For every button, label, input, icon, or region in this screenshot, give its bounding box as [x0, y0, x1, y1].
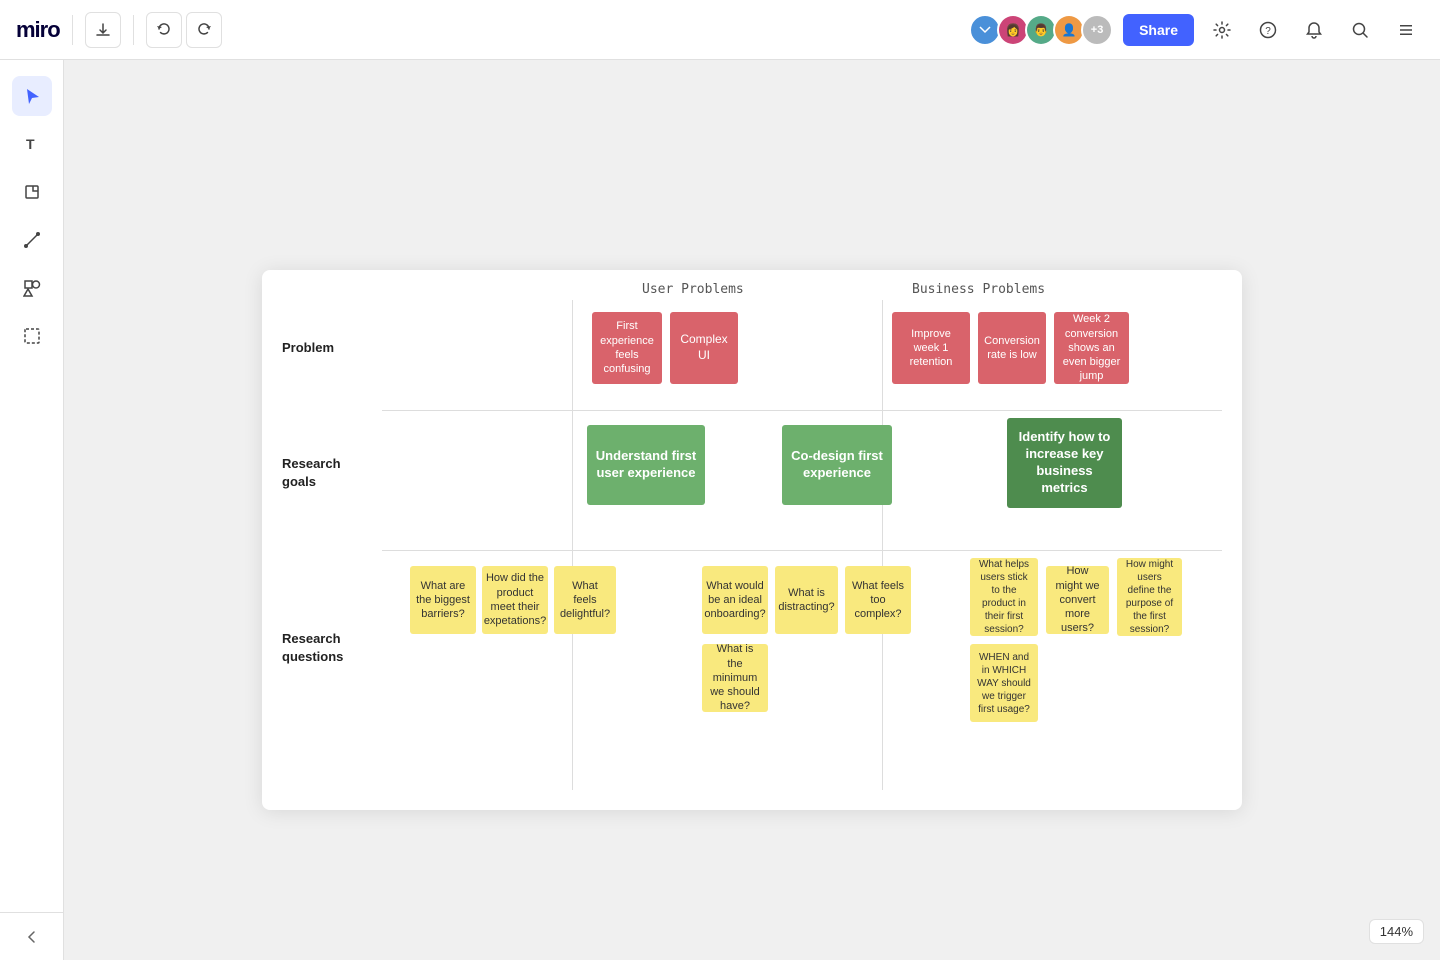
undo-button[interactable]: [146, 12, 182, 48]
frame-tool[interactable]: [12, 316, 52, 356]
line-tool[interactable]: [12, 220, 52, 260]
avatar-count[interactable]: +3: [1081, 14, 1113, 46]
topbar-left: miro: [16, 12, 222, 48]
sticky-conversion-rate[interactable]: Conversion rate is low: [978, 312, 1046, 384]
redo-button[interactable]: [186, 12, 222, 48]
row-label-research-goals: Research goals: [282, 455, 341, 491]
sticky-identify-business[interactable]: Identify how to increase key business me…: [1007, 418, 1122, 508]
miro-logo: miro: [16, 17, 60, 43]
h-divider2: [382, 550, 1222, 551]
canvas[interactable]: User Problems Business Problems Problem …: [64, 60, 1440, 960]
sticky-helps-stick[interactable]: What helps users stick to the product in…: [970, 558, 1038, 636]
notifications-icon[interactable]: [1296, 12, 1332, 48]
sticky-define-purpose[interactable]: How might users define the purpose of th…: [1117, 558, 1182, 636]
sticky-product-meet[interactable]: How did the product meet their expetatio…: [482, 566, 548, 634]
search-icon[interactable]: [1342, 12, 1378, 48]
svg-text:T: T: [26, 136, 35, 152]
text-tool[interactable]: T: [12, 124, 52, 164]
sticky-feels-complex[interactable]: What feels too complex?: [845, 566, 911, 634]
avatars-group: 👩 👨 👤 +3: [969, 14, 1113, 46]
collapse-sidebar-button[interactable]: [0, 912, 64, 960]
sticky-minimum[interactable]: What is the minimum we should have?: [702, 644, 768, 712]
topbar: miro 👩 👨: [0, 0, 1440, 60]
sticky-when-which-way[interactable]: WHEN and in WHICH WAY should we trigger …: [970, 644, 1038, 722]
topbar-divider: [72, 15, 73, 45]
sticky-improve-week1[interactable]: Improve week 1 retention: [892, 312, 970, 384]
row-label-problem: Problem: [282, 340, 334, 357]
undo-redo-group: [146, 12, 222, 48]
sidebar: T: [0, 60, 64, 960]
sticky-feels-delightful[interactable]: What feels delightful?: [554, 566, 616, 634]
sticky-understand-first[interactable]: Understand first user experience: [587, 425, 705, 505]
sticky-convert-users[interactable]: How might we convert more users?: [1046, 566, 1109, 634]
zoom-indicator: 144%: [1369, 919, 1424, 944]
col-header-business: Business Problems: [912, 282, 1045, 297]
sticky-ideal-onboarding[interactable]: What would be an ideal onboarding?: [702, 566, 768, 634]
sticky-week2-conversion[interactable]: Week 2 conversion shows an even bigger j…: [1054, 312, 1129, 384]
row-label-research-questions: Research questions: [282, 630, 343, 666]
menu-icon[interactable]: [1388, 12, 1424, 48]
share-button[interactable]: Share: [1123, 14, 1194, 46]
export-button[interactable]: [85, 12, 121, 48]
topbar-divider2: [133, 15, 134, 45]
right-divider: [882, 300, 883, 790]
sticky-complex-ui[interactable]: Complex UI: [670, 312, 738, 384]
col-header-user: User Problems: [642, 282, 744, 297]
left-divider: [572, 300, 573, 790]
help-icon[interactable]: ?: [1250, 12, 1286, 48]
shapes-tool[interactable]: [12, 268, 52, 308]
settings-icon[interactable]: [1204, 12, 1240, 48]
svg-text:?: ?: [1265, 26, 1271, 37]
sticky-first-experience[interactable]: First experience feels confusing: [592, 312, 662, 384]
sticky-note-tool[interactable]: [12, 172, 52, 212]
cursor-tool[interactable]: [12, 76, 52, 116]
sticky-codesign[interactable]: Co-design first experience: [782, 425, 892, 505]
board: User Problems Business Problems Problem …: [262, 270, 1242, 810]
h-divider1: [382, 410, 1222, 411]
sticky-biggest-barriers[interactable]: What are the biggest barriers?: [410, 566, 476, 634]
sticky-distracting[interactable]: What is distracting?: [775, 566, 838, 634]
topbar-right: 👩 👨 👤 +3 Share ?: [969, 12, 1424, 48]
